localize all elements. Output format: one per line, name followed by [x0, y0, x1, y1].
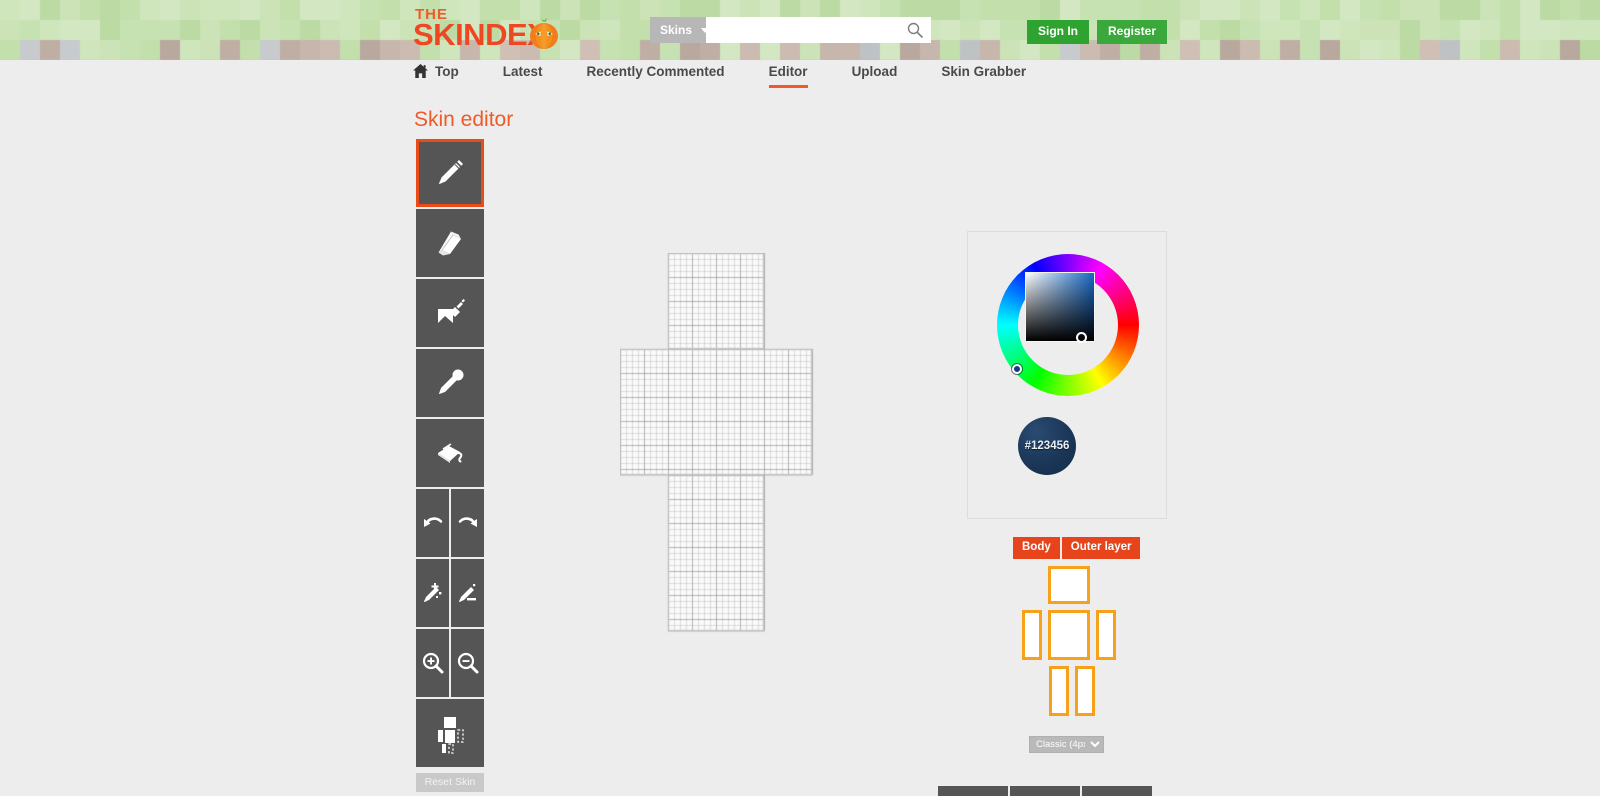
saturation-value-square[interactable] — [1025, 272, 1095, 343]
paintbrush-icon — [438, 299, 465, 323]
body-part-torso[interactable] — [1048, 610, 1090, 660]
skin-editor-canvas[interactable] — [620, 253, 820, 633]
pencil-tool[interactable] — [416, 139, 484, 207]
editor-toolbar: Reset Skin — [416, 139, 484, 792]
nav-item-latest[interactable]: Latest — [503, 60, 543, 88]
noise-row — [416, 559, 484, 627]
nav-item-editor[interactable]: Editor — [768, 60, 808, 88]
bucket-tool[interactable] — [416, 419, 484, 487]
tab-outer-layer[interactable]: Outer layer — [1061, 537, 1141, 559]
pumpkin-icon — [530, 18, 558, 49]
site-logo[interactable]: THE SKINDEX — [413, 7, 573, 53]
eraser-tool[interactable] — [416, 209, 484, 277]
search-category-label: Skins — [660, 23, 693, 37]
noise-minus-icon — [458, 584, 476, 602]
tab-body[interactable]: Body — [1013, 537, 1060, 559]
remove-noise-button[interactable] — [451, 559, 484, 627]
register-button[interactable]: Register — [1097, 20, 1168, 44]
undo-button[interactable] — [416, 489, 449, 557]
zoom-row — [416, 629, 484, 697]
main-navigation: Top Latest Recently Commented Editor Upload S… — [0, 60, 1600, 88]
redo-button[interactable] — [451, 489, 484, 557]
paint-bucket-icon — [438, 443, 463, 463]
skin-layers-icon — [438, 717, 464, 754]
body-part-right-arm[interactable] — [1096, 610, 1116, 660]
reset-skin-button[interactable]: Reset Skin — [416, 773, 484, 792]
body-part-selector — [1022, 566, 1118, 716]
undo-redo-row — [416, 489, 484, 557]
layer-tabs: Body Outer layer — [1013, 537, 1141, 559]
color-wheel[interactable] — [997, 254, 1139, 396]
eyedropper-icon — [439, 369, 464, 394]
body-part-left-leg[interactable] — [1049, 666, 1069, 716]
sv-cursor-handle[interactable] — [1076, 332, 1087, 343]
skin-canvas-area — [560, 238, 960, 658]
eraser-icon — [438, 231, 461, 256]
current-color-swatch[interactable]: #123456 — [1018, 417, 1076, 475]
nav-item-top[interactable]: Top — [413, 60, 459, 88]
page-title: Skin editor — [414, 108, 514, 131]
auth-buttons: Sign In Register — [1027, 20, 1168, 44]
zoom-out-button[interactable] — [451, 629, 484, 697]
nav-item-label: Recently Commented — [586, 63, 725, 79]
nav-item-upload[interactable]: Upload — [852, 60, 898, 88]
sign-in-button[interactable]: Sign In — [1027, 20, 1089, 44]
body-part-right-leg[interactable] — [1075, 666, 1095, 716]
search-icon[interactable] — [907, 22, 923, 38]
layers-tool[interactable] — [416, 699, 484, 767]
page-body: Skin editor Reset Skin #123456 Body Oute… — [0, 88, 1600, 796]
nav-item-label: Latest — [502, 63, 543, 79]
noise-plus-icon — [423, 583, 441, 602]
nav-item-label: Top — [435, 63, 459, 79]
upload-from-computer-button[interactable]: Upload from Computer — [1082, 786, 1152, 796]
upload-to-skindex-button[interactable]: Upload to Skindex — [938, 786, 1008, 796]
body-part-head[interactable] — [1048, 566, 1090, 604]
undo-arrow-icon — [423, 517, 442, 527]
site-header: THE SKINDEX Skins Sign In Register — [0, 0, 1600, 60]
nav-item-label: Skin Grabber — [941, 63, 1027, 79]
magnifier-plus-icon — [422, 652, 443, 674]
nav-item-label: Editor — [768, 63, 808, 79]
nav-item-recently-commented[interactable]: Recently Commented — [587, 60, 725, 88]
download-button[interactable]: Download — [1010, 786, 1080, 796]
editor-actions: Upload to Skindex Download Upload from C… — [938, 786, 1152, 796]
search-category-dropdown[interactable]: Skins — [650, 17, 710, 43]
pencil-icon — [439, 160, 463, 184]
hue-cursor-handle[interactable] — [1012, 364, 1022, 374]
nav-item-label: Upload — [851, 63, 898, 79]
search-input[interactable] — [706, 17, 902, 43]
body-part-left-arm[interactable] — [1022, 610, 1042, 660]
color-picker-panel: #123456 — [967, 231, 1167, 519]
nav-item-skin-grabber[interactable]: Skin Grabber — [941, 60, 1026, 88]
redo-arrow-icon — [458, 517, 477, 527]
search-bar[interactable]: Skins — [650, 17, 931, 43]
model-type-select[interactable]: Classic (4px)Slim (3px) — [1029, 736, 1104, 753]
zoom-in-button[interactable] — [416, 629, 449, 697]
add-noise-button[interactable] — [416, 559, 449, 627]
eyedropper-tool[interactable] — [416, 349, 484, 417]
home-icon — [413, 64, 428, 78]
brush-tool[interactable] — [416, 279, 484, 347]
magnifier-minus-icon — [457, 652, 478, 674]
